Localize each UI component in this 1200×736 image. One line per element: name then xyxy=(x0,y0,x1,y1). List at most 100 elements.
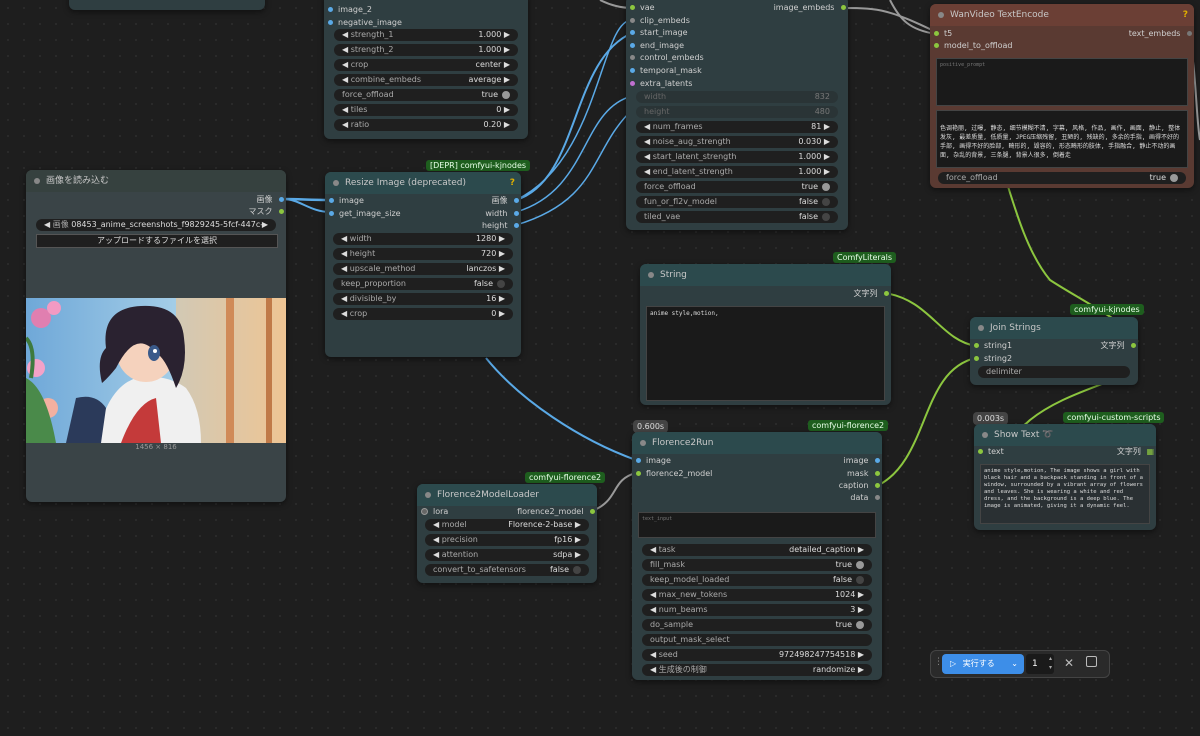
node-title[interactable]: String xyxy=(640,264,891,286)
widget-model[interactable]: ◀ model Florence-2-base ▶ xyxy=(425,519,589,531)
output-string[interactable]: 文字列 xyxy=(853,288,889,300)
node-title[interactable]: Resize Image (deprecated)? xyxy=(325,172,521,194)
output-string[interactable]: 文字列 ▦ xyxy=(1117,446,1154,458)
output-image[interactable]: 画像 xyxy=(491,195,519,207)
input-image_2[interactable]: image_2 xyxy=(328,4,372,16)
input-extra_latents[interactable]: extra_latents xyxy=(630,78,692,90)
output-image[interactable]: image xyxy=(844,455,880,467)
widget-keep_proportion[interactable]: keep_proportion false xyxy=(333,278,513,290)
batch-count-input[interactable]: 1 ▴ ▾ xyxy=(1026,654,1054,674)
output-image[interactable]: 画像 xyxy=(256,194,284,206)
widget-output_mask_select[interactable]: output_mask_select xyxy=(642,634,872,646)
stepper-icon[interactable]: ▴ ▾ xyxy=(1049,654,1052,672)
widget-num_beams[interactable]: ◀ num_beams 3 ▶ xyxy=(642,604,872,616)
input-image[interactable]: image xyxy=(329,195,364,207)
output-string[interactable]: 文字列 xyxy=(1100,340,1136,352)
widget-divisible_by[interactable]: ◀ divisible_by 16 ▶ xyxy=(333,293,513,305)
input-negative_image[interactable]: negative_image xyxy=(328,17,402,29)
output-caption[interactable]: caption xyxy=(839,480,880,492)
upload-button[interactable]: アップロードするファイルを選択 xyxy=(36,234,278,248)
widget-do_sample[interactable]: do_sample true xyxy=(642,619,872,631)
widget-start_latent_strength[interactable]: ◀ start_latent_strength 1.000 ▶ xyxy=(636,151,838,163)
widget-precision[interactable]: ◀ precision fp16 ▶ xyxy=(425,534,589,546)
positive-prompt-textarea[interactable]: positive_prompt xyxy=(936,58,1188,106)
output-data[interactable]: data xyxy=(850,492,880,504)
widget-num_frames[interactable]: ◀ num_frames 81 ▶ xyxy=(636,121,838,133)
close-icon[interactable]: ✕ xyxy=(1064,656,1074,670)
help-icon[interactable]: ? xyxy=(1183,4,1188,26)
widget-crop[interactable]: ◀ crop 0 ▶ xyxy=(333,308,513,320)
output-mask[interactable]: マスク xyxy=(248,206,284,218)
string-node[interactable]: String 文字列 anime style,motion, xyxy=(640,264,891,405)
widget-image-file[interactable]: ◀ 画像 08453_anime_screenshots_f9829245-5f… xyxy=(36,219,276,231)
load-image-node[interactable]: 画像を読み込む 画像 マスク ◀ 画像 08453_anime_screensh… xyxy=(26,170,286,502)
output-image_embeds[interactable]: image_embeds xyxy=(774,2,846,14)
input-string2[interactable]: string2 xyxy=(974,353,1012,365)
input-lora[interactable]: lora xyxy=(421,506,448,518)
output-width[interactable]: width xyxy=(485,208,519,220)
widget-strength_2[interactable]: ◀ strength_2 1.000 ▶ xyxy=(334,44,518,56)
join-strings-node[interactable]: Join Strings string1 string2 文字列 delimit… xyxy=(970,317,1138,385)
run-button[interactable]: ▷ 実行する ⌄ xyxy=(942,654,1024,674)
input-temporal_mask[interactable]: temporal_mask xyxy=(630,65,702,77)
input-image[interactable]: image xyxy=(636,455,671,467)
widget-tiles[interactable]: ◀ tiles 0 ▶ xyxy=(334,104,518,116)
widget-force_offload[interactable]: force_offload true xyxy=(636,181,838,193)
input-end_image[interactable]: end_image xyxy=(630,40,684,52)
chevron-down-icon[interactable]: ⌄ xyxy=(1011,654,1018,674)
node-title[interactable]: Show Text ➰ xyxy=(974,424,1156,446)
node-title[interactable]: Florence2ModelLoader xyxy=(417,484,597,506)
input-string1[interactable]: string1 xyxy=(974,340,1012,352)
florence-loader-node[interactable]: Florence2ModelLoader lora florence2_mode… xyxy=(417,484,597,583)
widget-end_latent_strength[interactable]: ◀ end_latent_strength 1.000 ▶ xyxy=(636,166,838,178)
widget-noise_aug_strength[interactable]: ◀ noise_aug_strength 0.030 ▶ xyxy=(636,136,838,148)
widget-height[interactable]: ◀ height 720 ▶ xyxy=(333,248,513,260)
widget-keep_model_loaded[interactable]: keep_model_loaded false xyxy=(642,574,872,586)
output-mask[interactable]: mask xyxy=(847,468,880,480)
widget-combine_embeds[interactable]: ◀ combine_embeds average ▶ xyxy=(334,74,518,86)
node-title[interactable]: Florence2Run xyxy=(632,432,882,454)
widget-ratio[interactable]: ◀ ratio 0.20 ▶ xyxy=(334,119,518,131)
widget-task[interactable]: ◀ task detailed_caption ▶ xyxy=(642,544,872,556)
widget-convert_to_safetensors[interactable]: convert_to_safetensors false xyxy=(425,564,589,576)
output-florence2_model[interactable]: florence2_model xyxy=(517,506,595,518)
input-get_image_size[interactable]: get_image_size xyxy=(329,208,401,220)
text-input-textarea[interactable]: text_input xyxy=(638,512,876,538)
string-textarea[interactable]: anime style,motion, xyxy=(646,306,885,401)
input-florence2_model[interactable]: florence2_model xyxy=(636,468,712,480)
input-model_to_offload[interactable]: model_to_offload xyxy=(934,40,1012,52)
widget-seed[interactable]: ◀ seed 972498247754518 ▶ xyxy=(642,649,872,661)
input-text[interactable]: text xyxy=(978,446,1004,458)
resize-image-node[interactable]: Resize Image (deprecated)? image get_ima… xyxy=(325,172,521,357)
input-start_image[interactable]: start_image xyxy=(630,27,688,39)
show-text-node[interactable]: Show Text ➰ text 文字列 ▦ anime style,motio… xyxy=(974,424,1156,530)
embeds-combine-node[interactable]: image_2 negative_image ◀ strength_1 1.000… xyxy=(324,0,528,139)
widget-force_offload[interactable]: force_offload true xyxy=(938,172,1186,184)
node-title[interactable]: Join Strings xyxy=(970,317,1138,339)
collapse-dot[interactable] xyxy=(938,12,944,18)
negative-prompt-textarea[interactable]: 色调艳丽, 过曝, 静态, 细节模糊不清, 字幕, 风格, 作品, 画作, 画面… xyxy=(936,110,1188,168)
widget-upscale_method[interactable]: ◀ upscale_method lanczos ▶ xyxy=(333,263,513,275)
widget-fun_or_fl2v_model[interactable]: fun_or_fl2v_model false xyxy=(636,196,838,208)
top-left-node[interactable] xyxy=(69,0,265,10)
widget-delimiter[interactable]: delimiter xyxy=(978,366,1130,378)
florence-run-node[interactable]: Florence2Run image florence2_model image… xyxy=(632,432,882,680)
widget-width[interactable]: ◀ width 1280 ▶ xyxy=(333,233,513,245)
widget-force_offload[interactable]: force_offload true xyxy=(334,89,518,101)
input-clip_embeds[interactable]: clip_embeds xyxy=(630,15,690,27)
widget-attention[interactable]: ◀ attention sdpa ▶ xyxy=(425,549,589,561)
text-encode-node[interactable]: WanVideo TextEncode? t5 model_to_offload… xyxy=(930,4,1194,188)
widget-control_after_generate[interactable]: ◀ 生成後の制御 randomize ▶ xyxy=(642,664,872,676)
stop-icon[interactable] xyxy=(1086,656,1097,667)
input-vae[interactable]: vae xyxy=(630,2,655,14)
output-height[interactable]: height xyxy=(482,220,519,232)
node-title[interactable]: 画像を読み込む xyxy=(26,170,286,192)
widget-tiled_vae[interactable]: tiled_vae false xyxy=(636,211,838,223)
input-control_embeds[interactable]: control_embeds xyxy=(630,52,704,64)
widget-crop[interactable]: ◀ crop center ▶ xyxy=(334,59,518,71)
node-title[interactable]: WanVideo TextEncode? xyxy=(930,4,1194,26)
widget-strength_1[interactable]: ◀ strength_1 1.000 ▶ xyxy=(334,29,518,41)
output-text_embeds[interactable]: text_embeds xyxy=(1129,28,1192,40)
help-icon[interactable]: ? xyxy=(510,172,515,194)
input-t5[interactable]: t5 xyxy=(934,28,952,40)
